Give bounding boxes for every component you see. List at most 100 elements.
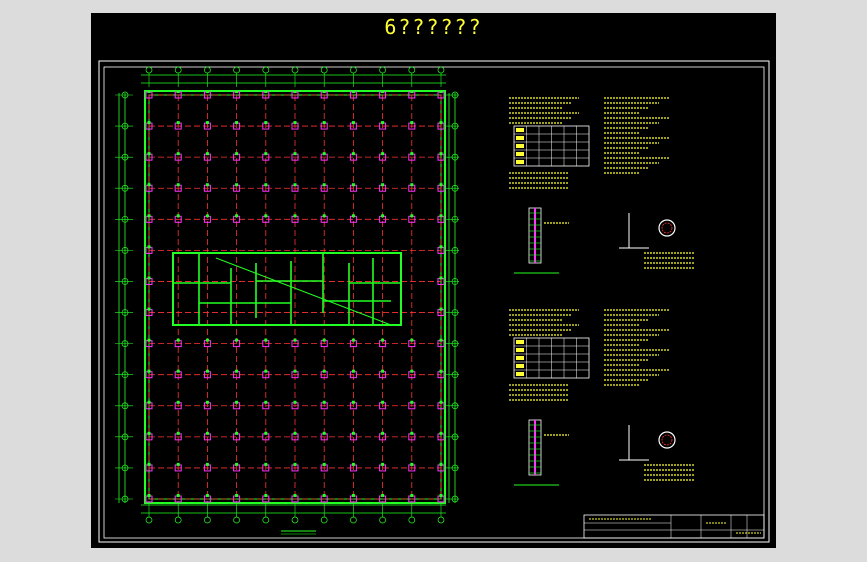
axis-bubble (204, 516, 211, 524)
cad-viewport[interactable]: 6?????? (91, 13, 776, 548)
column-mark (410, 338, 414, 342)
column-mark (264, 214, 268, 218)
axis-bubble (262, 66, 270, 74)
column-mark (410, 214, 414, 218)
pile-section-inner (661, 222, 673, 234)
column-mark (293, 152, 297, 156)
axis-bubble (291, 66, 299, 74)
column-mark (381, 462, 385, 466)
column-mark (176, 400, 180, 404)
note-table-cell (516, 372, 524, 376)
column-mark (235, 121, 239, 125)
column-mark (381, 183, 385, 187)
column-mark (293, 214, 297, 218)
column-mark (410, 369, 414, 373)
column-mark (439, 276, 443, 280)
column-mark (264, 462, 268, 466)
column-mark (293, 400, 297, 404)
column-mark (205, 400, 209, 404)
axis-bubble (233, 66, 240, 74)
axis-bubble (437, 516, 445, 524)
column-mark (205, 338, 209, 342)
column-mark (439, 462, 443, 466)
column-mark (293, 121, 297, 125)
column-mark (439, 494, 443, 497)
axis-bubble (320, 66, 328, 74)
column-mark (439, 245, 443, 249)
column-mark (147, 494, 151, 497)
column-mark (147, 183, 151, 187)
column-mark (351, 90, 355, 93)
axis-bubble (145, 516, 153, 524)
column-mark (176, 121, 180, 125)
column-mark (176, 369, 180, 373)
column-mark (410, 400, 414, 404)
column-mark (351, 121, 355, 125)
column-mark (176, 462, 180, 466)
column-mark (205, 494, 209, 497)
column-mark (235, 338, 239, 342)
axis-bubble (408, 66, 416, 74)
note-table-cell (516, 364, 524, 368)
pile-section-circle (658, 219, 676, 237)
column-mark (264, 183, 268, 187)
pile-section-circle (658, 431, 676, 449)
column-mark (322, 494, 326, 497)
axis-bubble (145, 66, 153, 74)
column-mark (351, 214, 355, 218)
column-mark (264, 152, 268, 156)
column-mark (264, 494, 268, 497)
note-table-cell (516, 144, 524, 148)
column-mark (322, 400, 326, 404)
column-mark (176, 152, 180, 156)
column-mark (381, 338, 385, 342)
column-mark (381, 121, 385, 125)
column-mark (147, 121, 151, 125)
column-mark (147, 462, 151, 466)
column-mark (439, 369, 443, 373)
column-mark (322, 90, 326, 93)
axis-bubble (291, 516, 299, 524)
column-mark (264, 121, 268, 125)
column-mark (381, 214, 385, 218)
note-table-cell (516, 128, 524, 132)
axis-bubble (379, 66, 386, 74)
column-mark (439, 431, 443, 435)
column-mark (235, 90, 239, 93)
column-mark (264, 369, 268, 373)
note-table-cell (516, 160, 524, 164)
note-table-cell (516, 136, 524, 140)
note-table-cell (516, 340, 524, 344)
column-mark (410, 494, 414, 497)
axis-bubble (350, 66, 357, 74)
column-mark (147, 431, 151, 435)
column-mark (235, 431, 239, 435)
column-mark (205, 369, 209, 373)
axis-bubble (320, 516, 328, 524)
column-mark (147, 276, 151, 280)
column-mark (176, 90, 180, 93)
title-block (583, 514, 765, 539)
column-mark (410, 152, 414, 156)
column-mark (439, 400, 443, 404)
column-mark (235, 369, 239, 373)
note-table-cell (516, 152, 524, 156)
column-mark (439, 338, 443, 342)
column-mark (176, 431, 180, 435)
axis-bubble (174, 516, 182, 524)
column-mark (410, 183, 414, 187)
axis-bubble (262, 516, 270, 524)
column-mark (293, 338, 297, 342)
column-mark (410, 90, 414, 93)
column-mark (147, 90, 151, 93)
axis-bubble (408, 516, 416, 524)
pile-section-inner (661, 434, 673, 446)
column-mark (235, 152, 239, 156)
column-mark (176, 494, 180, 497)
column-mark (293, 494, 297, 497)
column-mark (381, 431, 385, 435)
column-mark (322, 462, 326, 466)
column-mark (351, 369, 355, 373)
column-mark (351, 183, 355, 187)
column-mark (293, 462, 297, 466)
